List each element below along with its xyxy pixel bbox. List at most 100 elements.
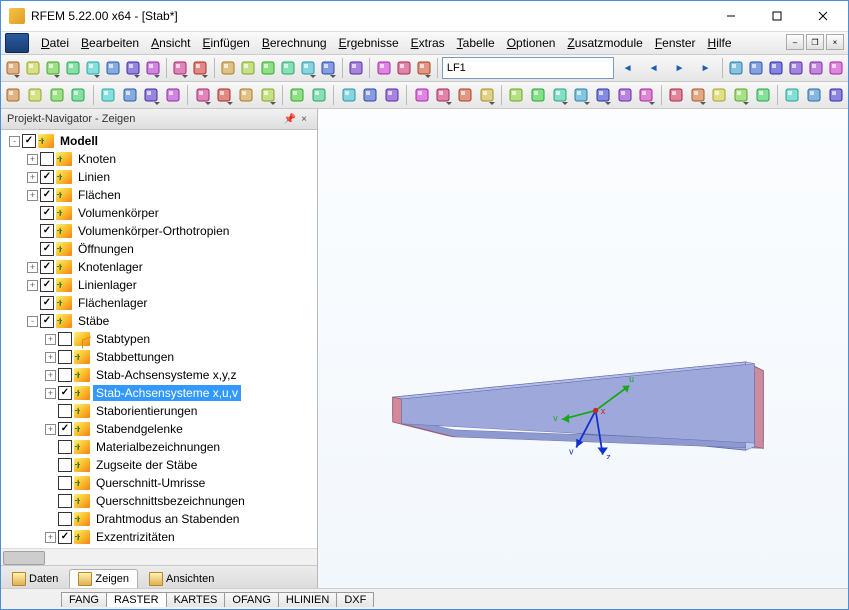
menu-bearbeiten[interactable]: Bearbeiten <box>75 34 145 52</box>
tree-checkbox[interactable] <box>40 170 54 184</box>
tree-expander[interactable]: + <box>27 190 38 201</box>
toolbar-layers-button[interactable] <box>374 56 393 80</box>
tree-node[interactable]: Öffnungen <box>3 240 317 258</box>
tree-node[interactable]: Drahtmodus an Stabenden <box>3 510 317 528</box>
toolbar-line-button[interactable] <box>25 83 46 107</box>
toolbar-new-button[interactable] <box>3 56 22 80</box>
toolbar-zoom-a-button[interactable] <box>666 83 687 107</box>
mdi-close-button[interactable]: × <box>826 34 844 50</box>
toolbar-load-area-button[interactable] <box>236 83 257 107</box>
maximize-button[interactable] <box>754 2 800 31</box>
mdi-restore-button[interactable]: ❐ <box>806 34 824 50</box>
tree-node[interactable]: Volumenkörper-Orthotropien <box>3 222 317 240</box>
model-viewport[interactable]: u v v z x <box>318 109 848 588</box>
tree-expander[interactable]: + <box>27 154 38 165</box>
toolbar-zoom-sel-button[interactable] <box>319 56 338 80</box>
tree-checkbox[interactable] <box>40 296 54 310</box>
tree-node[interactable]: Querschnittsbezeichnungen <box>3 492 317 510</box>
tree-node[interactable]: -Modell <box>3 132 317 150</box>
toolbar-tools-d-button[interactable] <box>476 83 497 107</box>
tree-node[interactable]: Flächenlager <box>3 294 317 312</box>
tree-node[interactable]: Volumenkörper <box>3 204 317 222</box>
tree-expander[interactable]: + <box>45 424 56 435</box>
menu-fenster[interactable]: Fenster <box>649 34 702 52</box>
tree-node[interactable]: +Stabtypen <box>3 330 317 348</box>
tree-node[interactable]: -Stäbe <box>3 312 317 330</box>
menu-einfügen[interactable]: Einfügen <box>196 34 255 52</box>
toolbar-support-d-button[interactable] <box>163 83 184 107</box>
tree-node[interactable]: +Flächen <box>3 186 317 204</box>
toolbar-select-rect-button[interactable] <box>239 56 258 80</box>
toolbar-results2-button[interactable] <box>382 83 403 107</box>
toolbar-tools-b-button[interactable] <box>433 83 454 107</box>
minimize-button[interactable] <box>708 2 754 31</box>
toolbar-redo-button[interactable] <box>191 56 210 80</box>
view-tool-0[interactable] <box>727 56 746 80</box>
toolbar-node-button[interactable] <box>3 83 24 107</box>
status-tab-dxf[interactable]: DXF <box>336 592 374 607</box>
toolbar-support-c-button[interactable] <box>141 83 162 107</box>
status-tab-ofang[interactable]: OFANG <box>224 592 279 607</box>
toolbar-pick-button[interactable] <box>219 56 238 80</box>
navigator-close-button[interactable]: × <box>297 112 311 126</box>
menu-ergebnisse[interactable]: Ergebnisse <box>333 34 405 52</box>
tree-checkbox[interactable] <box>58 476 72 490</box>
tree-expander[interactable]: + <box>45 388 56 399</box>
tree-node[interactable]: +Stab-Achsensysteme x,u,v <box>3 384 317 402</box>
loadcase-nav-1[interactable]: ◄ <box>641 56 666 80</box>
toolbar-view1-button[interactable] <box>394 56 413 80</box>
menu-datei[interactable]: Datei <box>35 34 75 52</box>
toolbar-results-button[interactable] <box>360 83 381 107</box>
loadcase-nav-2[interactable]: ► <box>667 56 692 80</box>
tree-expander[interactable]: - <box>9 136 20 147</box>
tree-expander[interactable]: + <box>27 262 38 273</box>
tree-expander[interactable]: + <box>27 280 38 291</box>
menu-tabelle[interactable]: Tabelle <box>451 34 501 52</box>
tree-checkbox[interactable] <box>58 512 72 526</box>
toolbar-view-a-button[interactable] <box>782 83 803 107</box>
toolbar-curve-button[interactable] <box>68 83 89 107</box>
tree-node[interactable]: Materialbezeichnungen <box>3 438 317 456</box>
view-tool-4[interactable] <box>807 56 826 80</box>
loadcase-nav-0[interactable]: ◄ <box>615 56 640 80</box>
status-tab-fang[interactable]: FANG <box>61 592 107 607</box>
tree-checkbox[interactable] <box>40 278 54 292</box>
navigator-tab-daten[interactable]: Daten <box>3 569 67 588</box>
toolbar-page-button[interactable] <box>103 56 122 80</box>
tree-node[interactable]: Querschnitt-Umrisse <box>3 474 317 492</box>
tree-checkbox[interactable] <box>58 422 72 436</box>
tree-node[interactable]: +Knoten <box>3 150 317 168</box>
menu-optionen[interactable]: Optionen <box>501 34 562 52</box>
toolbar-zoom-extents-button[interactable] <box>279 56 298 80</box>
tree-expander[interactable]: + <box>27 172 38 183</box>
tree-checkbox[interactable] <box>40 242 54 256</box>
toolbar-r4-button[interactable] <box>571 83 592 107</box>
toolbar-tools-a-button[interactable] <box>411 83 432 107</box>
tree-expander[interactable]: + <box>45 532 56 543</box>
navigator-tab-zeigen[interactable]: Zeigen <box>69 569 138 588</box>
loadcase-input[interactable] <box>442 57 614 79</box>
toolbar-support-b-button[interactable] <box>119 83 140 107</box>
toolbar-zoom-prev-button[interactable] <box>299 56 318 80</box>
tree-checkbox[interactable] <box>58 350 72 364</box>
tree-checkbox[interactable] <box>40 188 54 202</box>
view-tool-2[interactable] <box>767 56 786 80</box>
toolbar-zoom-b-button[interactable] <box>687 83 708 107</box>
tree-checkbox[interactable] <box>22 134 36 148</box>
tree-checkbox[interactable] <box>58 332 72 346</box>
status-tab-raster[interactable]: RASTER <box>106 592 167 607</box>
toolbar-open-button[interactable] <box>23 56 42 80</box>
toolbar-view-b-button[interactable] <box>804 83 825 107</box>
toolbar-model-button[interactable] <box>43 56 62 80</box>
toolbar-section-button[interactable] <box>309 83 330 107</box>
toolbar-r1-button[interactable] <box>506 83 527 107</box>
tree-checkbox[interactable] <box>58 440 72 454</box>
toolbar-grid-button[interactable] <box>346 56 365 80</box>
toolbar-view-toggle-button[interactable] <box>414 56 433 80</box>
toolbar-undo-button[interactable] <box>171 56 190 80</box>
toolbar-r7-button[interactable] <box>636 83 657 107</box>
toolbar-material-button[interactable] <box>287 83 308 107</box>
tree-scroll[interactable]: -Modell+Knoten+Linien+FlächenVolumenkörp… <box>1 130 317 548</box>
tree-checkbox[interactable] <box>40 152 54 166</box>
toolbar-pan-button[interactable] <box>752 83 773 107</box>
